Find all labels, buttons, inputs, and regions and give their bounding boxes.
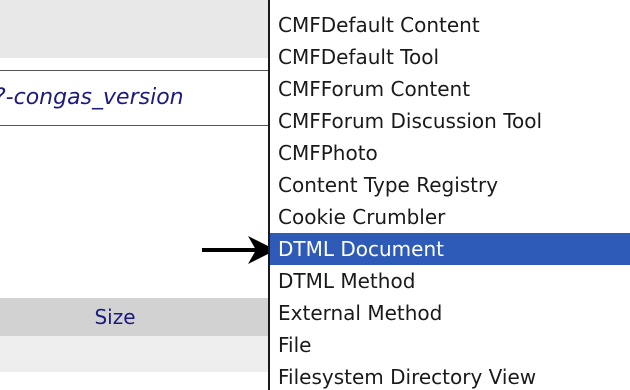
screenshot-stage: ?-congas_version Size CMFDefault Content… [0,0,630,390]
dropdown-option-file[interactable]: File [270,329,630,361]
table-row [0,336,268,372]
dropdown-option-content-type-registry[interactable]: Content Type Registry [270,169,630,201]
dropdown-option-dtml-document[interactable]: DTML Document [270,233,630,265]
dropdown-option-dtml-method[interactable]: DTML Method [270,265,630,297]
add-product-dropdown-list[interactable]: CMFDefault Content CMFDefault Tool CMFFo… [268,0,630,390]
dropdown-option-cmfphoto[interactable]: CMFPhoto [270,137,630,169]
dropdown-option-external-method[interactable]: External Method [270,297,630,329]
size-column-header[interactable]: Size [60,298,170,336]
divider-line [0,125,268,126]
dropdown-option-cmfforum-discussion-tool[interactable]: CMFForum Discussion Tool [270,105,630,137]
version-link[interactable]: ?-congas_version [0,82,268,114]
background-page-panel: ?-congas_version Size [0,0,268,390]
dropdown-option-cookie-crumbler[interactable]: Cookie Crumbler [270,201,630,233]
header-bar [0,0,268,58]
arrow-right-icon [202,236,276,264]
divider-line [0,70,268,71]
dropdown-option-cmfdefault-tool[interactable]: CMFDefault Tool [270,41,630,73]
table-header: Size [0,298,268,336]
dropdown-option-filesystem-directory-view[interactable]: Filesystem Directory View [270,361,630,390]
dropdown-option-cmfdefault-content[interactable]: CMFDefault Content [270,9,630,41]
dropdown-option-cmfforum-content[interactable]: CMFForum Content [270,73,630,105]
